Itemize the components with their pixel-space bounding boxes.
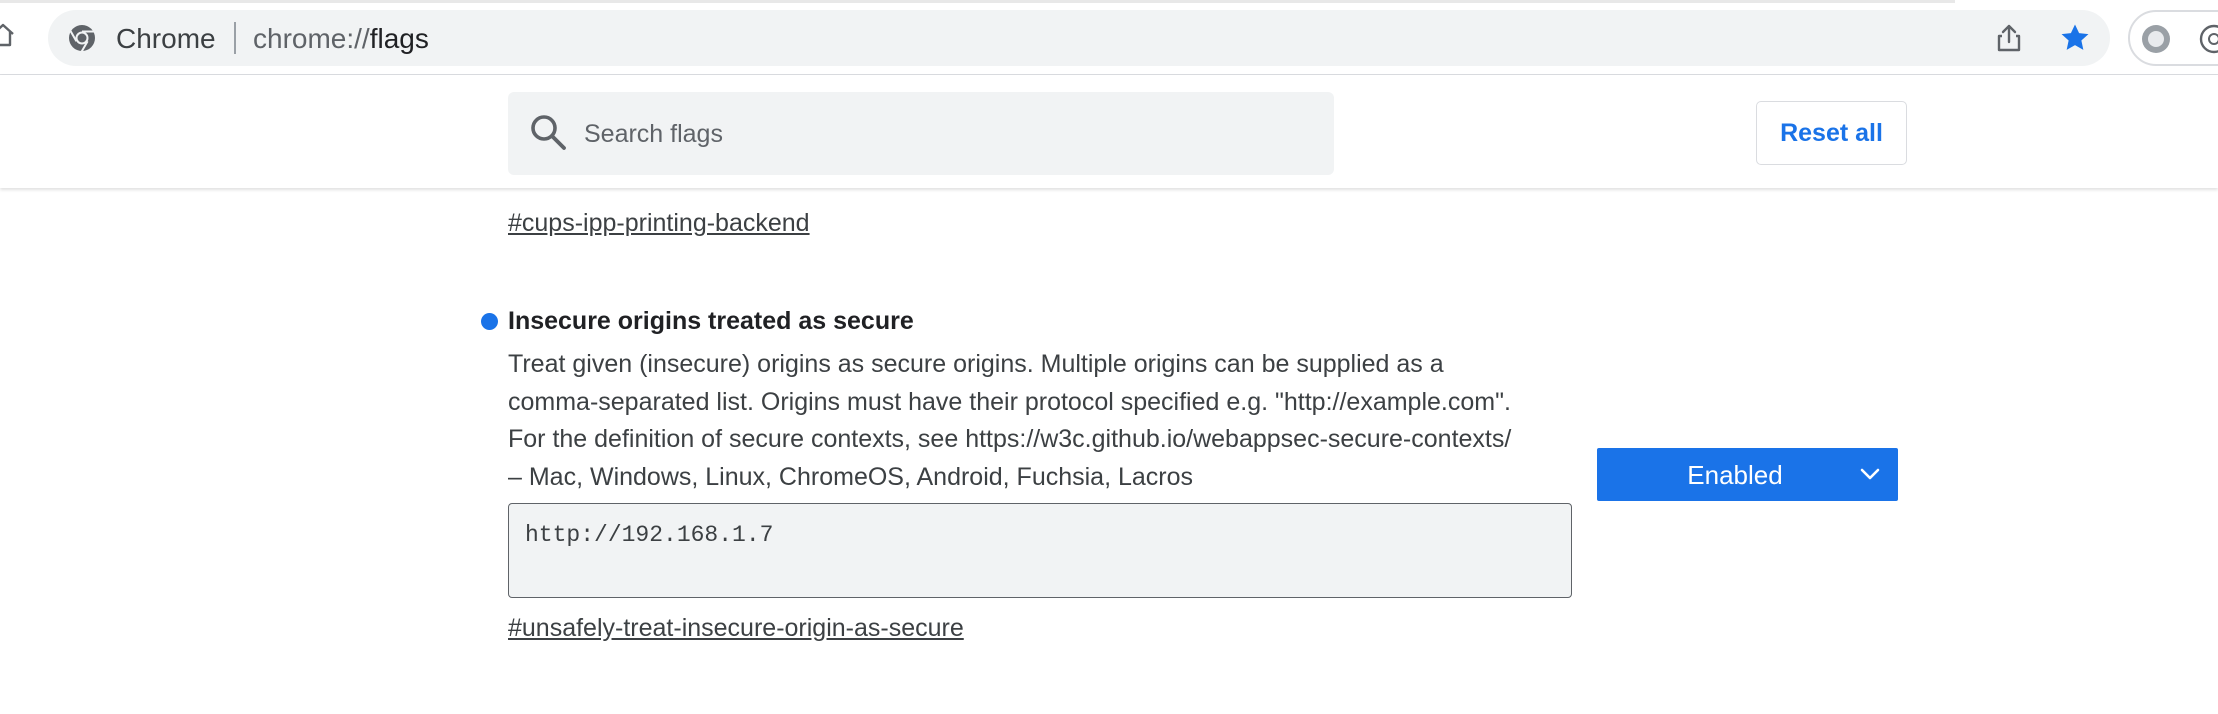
profile-button[interactable] bbox=[2128, 10, 2218, 66]
bookmark-star-icon[interactable] bbox=[2058, 21, 2092, 55]
profile-icon bbox=[2140, 23, 2172, 55]
page-load-progress bbox=[0, 0, 1955, 3]
flag-description-line: For the definition of secure contexts, s… bbox=[508, 425, 1512, 454]
flag-anchor-link[interactable]: #unsafely-treat-insecure-origin-as-secur… bbox=[508, 614, 964, 643]
url-scheme: chrome:// bbox=[253, 23, 370, 54]
reset-all-button[interactable]: Reset all bbox=[1756, 101, 1907, 165]
flag-platforms-line: – Mac, Windows, Linux, ChromeOS, Android… bbox=[508, 462, 1194, 491]
search-icon bbox=[528, 112, 568, 152]
flag-state-value: Enabled bbox=[1687, 460, 1783, 490]
previous-flag-link[interactable]: #cups-ipp-printing-backend bbox=[508, 209, 810, 238]
flag-title: Insecure origins treated as secure bbox=[508, 307, 914, 335]
flag-description-line: Treat given (insecure) origins as secure… bbox=[508, 350, 1444, 378]
site-chip-label[interactable]: Chrome bbox=[116, 23, 216, 55]
share-icon[interactable] bbox=[1994, 23, 2024, 53]
modified-indicator bbox=[481, 313, 498, 330]
url-text[interactable]: chrome://flags bbox=[253, 23, 429, 55]
flag-state-select[interactable]: Enabled bbox=[1597, 448, 1898, 501]
chrome-logo-icon bbox=[68, 24, 96, 53]
browser-toolbar: Chrome chrome://flags bbox=[0, 0, 2218, 75]
chevron-down-icon bbox=[1859, 465, 1881, 483]
omnibox-separator bbox=[234, 22, 236, 54]
address-bar[interactable]: Chrome chrome://flags bbox=[48, 10, 2110, 66]
origins-textarea[interactable]: http://192.168.1.7 bbox=[508, 503, 1572, 598]
flag-description: Treat given (insecure) origins as secure… bbox=[508, 346, 1598, 496]
flags-header: Reset all bbox=[0, 75, 2218, 188]
search-flags-input[interactable] bbox=[582, 104, 1306, 164]
flag-description-line: comma-separated list. Origins must have … bbox=[508, 387, 1511, 416]
search-box[interactable] bbox=[508, 92, 1334, 175]
url-host: flags bbox=[369, 23, 429, 54]
home-icon[interactable] bbox=[0, 22, 16, 48]
extension-icon bbox=[2198, 23, 2218, 55]
